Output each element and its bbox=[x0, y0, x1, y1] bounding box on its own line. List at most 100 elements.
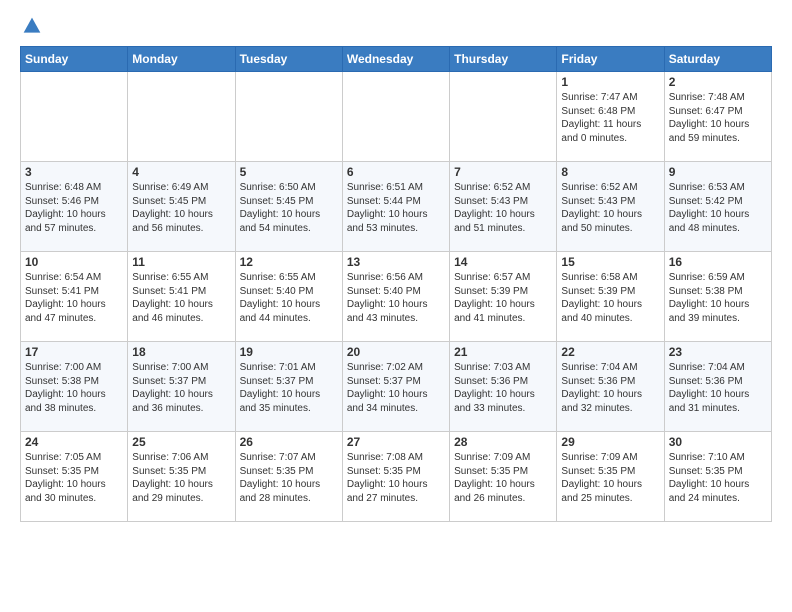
day-number: 16 bbox=[669, 255, 767, 269]
day-number: 23 bbox=[669, 345, 767, 359]
day-cell: 2 Sunrise: 7:48 AM Sunset: 6:47 PM Daylig… bbox=[664, 72, 771, 162]
day-number: 14 bbox=[454, 255, 552, 269]
day-number: 8 bbox=[561, 165, 659, 179]
day-info: Sunrise: 6:52 AM Sunset: 5:43 PM Dayligh… bbox=[454, 181, 552, 235]
day-info: Sunrise: 6:50 AM Sunset: 5:45 PM Dayligh… bbox=[240, 181, 338, 235]
day-info: Sunrise: 7:04 AM Sunset: 5:36 PM Dayligh… bbox=[669, 361, 767, 415]
header bbox=[20, 16, 772, 36]
day-cell: 12 Sunrise: 6:55 AM Sunset: 5:40 PM Dayli… bbox=[235, 252, 342, 342]
day-number: 22 bbox=[561, 345, 659, 359]
day-info: Sunrise: 6:52 AM Sunset: 5:43 PM Dayligh… bbox=[561, 181, 659, 235]
day-cell: 21Sunrise: 7:03 AM Sunset: 5:36 PM Dayli… bbox=[450, 342, 557, 432]
day-number: 3 bbox=[25, 165, 123, 179]
logo-icon bbox=[22, 16, 42, 36]
day-cell bbox=[21, 72, 128, 162]
day-cell: 29 Sunrise: 7:09 AM Sunset: 5:35 PM Dayli… bbox=[557, 432, 664, 522]
day-info: Sunrise: 7:08 AM Sunset: 5:35 PM Dayligh… bbox=[347, 451, 445, 505]
calendar-table: SundayMondayTuesdayWednesdayThursdayFrid… bbox=[20, 46, 772, 522]
day-cell: 9Sunrise: 6:53 AM Sunset: 5:42 PM Daylig… bbox=[664, 162, 771, 252]
day-number: 12 bbox=[240, 255, 338, 269]
day-info: Sunrise: 7:05 AM Sunset: 5:35 PM Dayligh… bbox=[25, 451, 123, 505]
day-number: 30 bbox=[669, 435, 767, 449]
day-info: Sunrise: 6:59 AM Sunset: 5:38 PM Dayligh… bbox=[669, 271, 767, 325]
day-number: 1 bbox=[561, 75, 659, 89]
day-cell: 27 Sunrise: 7:08 AM Sunset: 5:35 PM Dayli… bbox=[342, 432, 449, 522]
day-number: 17 bbox=[25, 345, 123, 359]
day-cell bbox=[235, 72, 342, 162]
day-number: 28 bbox=[454, 435, 552, 449]
day-cell: 17Sunrise: 7:00 AM Sunset: 5:38 PM Dayli… bbox=[21, 342, 128, 432]
col-header-tuesday: Tuesday bbox=[235, 47, 342, 72]
day-cell: 8 Sunrise: 6:52 AM Sunset: 5:43 PM Daylig… bbox=[557, 162, 664, 252]
day-number: 21 bbox=[454, 345, 552, 359]
day-number: 20 bbox=[347, 345, 445, 359]
day-info: Sunrise: 7:00 AM Sunset: 5:37 PM Dayligh… bbox=[132, 361, 230, 415]
logo bbox=[20, 16, 42, 36]
week-row-5: 24 Sunrise: 7:05 AM Sunset: 5:35 PM Dayli… bbox=[21, 432, 772, 522]
page: SundayMondayTuesdayWednesdayThursdayFrid… bbox=[0, 0, 792, 532]
col-header-friday: Friday bbox=[557, 47, 664, 72]
day-number: 4 bbox=[132, 165, 230, 179]
day-cell: 6Sunrise: 6:51 AM Sunset: 5:44 PM Daylig… bbox=[342, 162, 449, 252]
col-header-saturday: Saturday bbox=[664, 47, 771, 72]
day-cell bbox=[450, 72, 557, 162]
day-number: 11 bbox=[132, 255, 230, 269]
day-info: Sunrise: 7:06 AM Sunset: 5:35 PM Dayligh… bbox=[132, 451, 230, 505]
day-cell: 26 Sunrise: 7:07 AM Sunset: 5:35 PM Dayli… bbox=[235, 432, 342, 522]
day-info: Sunrise: 6:55 AM Sunset: 5:40 PM Dayligh… bbox=[240, 271, 338, 325]
day-number: 15 bbox=[561, 255, 659, 269]
day-number: 27 bbox=[347, 435, 445, 449]
day-number: 29 bbox=[561, 435, 659, 449]
day-number: 26 bbox=[240, 435, 338, 449]
day-info: Sunrise: 6:49 AM Sunset: 5:45 PM Dayligh… bbox=[132, 181, 230, 235]
day-cell: 22 Sunrise: 7:04 AM Sunset: 5:36 PM Dayli… bbox=[557, 342, 664, 432]
day-number: 13 bbox=[347, 255, 445, 269]
day-cell bbox=[128, 72, 235, 162]
day-number: 18 bbox=[132, 345, 230, 359]
day-info: Sunrise: 7:09 AM Sunset: 5:35 PM Dayligh… bbox=[561, 451, 659, 505]
day-info: Sunrise: 6:56 AM Sunset: 5:40 PM Dayligh… bbox=[347, 271, 445, 325]
day-cell: 5 Sunrise: 6:50 AM Sunset: 5:45 PM Daylig… bbox=[235, 162, 342, 252]
day-cell: 28 Sunrise: 7:09 AM Sunset: 5:35 PM Dayli… bbox=[450, 432, 557, 522]
col-header-sunday: Sunday bbox=[21, 47, 128, 72]
day-cell: 4 Sunrise: 6:49 AM Sunset: 5:45 PM Daylig… bbox=[128, 162, 235, 252]
day-cell: 13 Sunrise: 6:56 AM Sunset: 5:40 PM Dayli… bbox=[342, 252, 449, 342]
day-info: Sunrise: 7:02 AM Sunset: 5:37 PM Dayligh… bbox=[347, 361, 445, 415]
day-info: Sunrise: 7:48 AM Sunset: 6:47 PM Dayligh… bbox=[669, 91, 767, 145]
day-cell: 23 Sunrise: 7:04 AM Sunset: 5:36 PM Dayli… bbox=[664, 342, 771, 432]
day-cell: 10 Sunrise: 6:54 AM Sunset: 5:41 PM Dayli… bbox=[21, 252, 128, 342]
day-cell: 15 Sunrise: 6:58 AM Sunset: 5:39 PM Dayli… bbox=[557, 252, 664, 342]
day-info: Sunrise: 6:51 AM Sunset: 5:44 PM Dayligh… bbox=[347, 181, 445, 235]
day-cell: 25 Sunrise: 7:06 AM Sunset: 5:35 PM Dayli… bbox=[128, 432, 235, 522]
day-info: Sunrise: 7:07 AM Sunset: 5:35 PM Dayligh… bbox=[240, 451, 338, 505]
day-info: Sunrise: 6:54 AM Sunset: 5:41 PM Dayligh… bbox=[25, 271, 123, 325]
day-info: Sunrise: 7:09 AM Sunset: 5:35 PM Dayligh… bbox=[454, 451, 552, 505]
day-info: Sunrise: 7:04 AM Sunset: 5:36 PM Dayligh… bbox=[561, 361, 659, 415]
day-number: 5 bbox=[240, 165, 338, 179]
day-info: Sunrise: 7:47 AM Sunset: 6:48 PM Dayligh… bbox=[561, 91, 659, 145]
day-info: Sunrise: 7:10 AM Sunset: 5:35 PM Dayligh… bbox=[669, 451, 767, 505]
day-cell: 19 Sunrise: 7:01 AM Sunset: 5:37 PM Dayli… bbox=[235, 342, 342, 432]
header-row: SundayMondayTuesdayWednesdayThursdayFrid… bbox=[21, 47, 772, 72]
day-info: Sunrise: 6:55 AM Sunset: 5:41 PM Dayligh… bbox=[132, 271, 230, 325]
day-cell: 30 Sunrise: 7:10 AM Sunset: 5:35 PM Dayli… bbox=[664, 432, 771, 522]
col-header-wednesday: Wednesday bbox=[342, 47, 449, 72]
day-number: 19 bbox=[240, 345, 338, 359]
day-number: 25 bbox=[132, 435, 230, 449]
day-info: Sunrise: 6:48 AM Sunset: 5:46 PM Dayligh… bbox=[25, 181, 123, 235]
week-row-1: 1 Sunrise: 7:47 AM Sunset: 6:48 PM Daylig… bbox=[21, 72, 772, 162]
day-cell: 3 Sunrise: 6:48 AM Sunset: 5:46 PM Daylig… bbox=[21, 162, 128, 252]
day-cell: 24 Sunrise: 7:05 AM Sunset: 5:35 PM Dayli… bbox=[21, 432, 128, 522]
day-cell: 7 Sunrise: 6:52 AM Sunset: 5:43 PM Daylig… bbox=[450, 162, 557, 252]
day-number: 2 bbox=[669, 75, 767, 89]
day-number: 10 bbox=[25, 255, 123, 269]
week-row-3: 10 Sunrise: 6:54 AM Sunset: 5:41 PM Dayli… bbox=[21, 252, 772, 342]
day-cell: 1 Sunrise: 7:47 AM Sunset: 6:48 PM Daylig… bbox=[557, 72, 664, 162]
day-number: 24 bbox=[25, 435, 123, 449]
day-info: Sunrise: 6:58 AM Sunset: 5:39 PM Dayligh… bbox=[561, 271, 659, 325]
day-number: 9 bbox=[669, 165, 767, 179]
day-cell: 16 Sunrise: 6:59 AM Sunset: 5:38 PM Dayli… bbox=[664, 252, 771, 342]
day-info: Sunrise: 7:01 AM Sunset: 5:37 PM Dayligh… bbox=[240, 361, 338, 415]
day-cell: 14Sunrise: 6:57 AM Sunset: 5:39 PM Dayli… bbox=[450, 252, 557, 342]
day-number: 7 bbox=[454, 165, 552, 179]
